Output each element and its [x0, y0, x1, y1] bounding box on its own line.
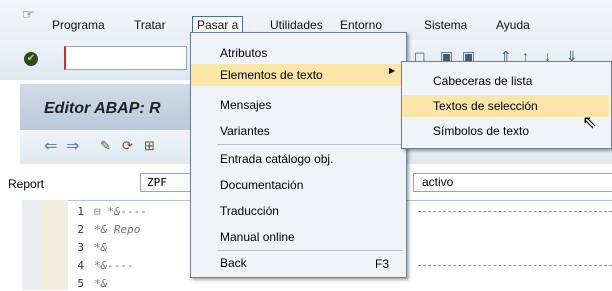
- code-line[interactable]: *& Repo: [94, 223, 140, 236]
- check-icon[interactable]: ✔: [24, 52, 38, 66]
- sap-menu-icon[interactable]: ☞: [22, 6, 35, 23]
- menu-entorno[interactable]: Entorno: [336, 17, 386, 33]
- status-field: activo: [413, 173, 612, 192]
- code-line[interactable]: ⊟ *&----: [94, 205, 147, 218]
- mouse-cursor-icon: ⇖: [582, 112, 598, 132]
- page-title: Editor ABAP: R: [44, 100, 161, 117]
- menu-ayuda[interactable]: Ayuda: [492, 17, 534, 33]
- menu-programa[interactable]: Programa: [48, 17, 109, 33]
- line-number: 1: [77, 205, 84, 218]
- dropdown-item-traduccion[interactable]: Traducción: [220, 200, 400, 222]
- editor-gutter: [22, 200, 42, 290]
- object-list-icon[interactable]: ⊞: [144, 138, 155, 154]
- menu-utilidades[interactable]: Utilidades: [266, 17, 327, 33]
- comment-divider: [418, 211, 612, 212]
- code-line[interactable]: *&: [94, 277, 107, 290]
- dropdown-item-variantes[interactable]: Variantes: [220, 120, 400, 142]
- command-field[interactable]: [64, 46, 187, 70]
- dropdown-item-manual-online[interactable]: Manual online: [220, 226, 400, 248]
- menu-separator: [217, 144, 403, 145]
- line-number: 5: [77, 277, 84, 290]
- dropdown-item-mensajes[interactable]: Mensajes: [220, 94, 400, 116]
- code-line[interactable]: *&----: [94, 259, 134, 272]
- back-shortcut: F3: [375, 257, 390, 271]
- submenu-item-cabeceras-de-lista[interactable]: Cabeceras de lista: [433, 70, 603, 92]
- active-inactive-icon[interactable]: ⟳: [122, 138, 133, 154]
- code-line[interactable]: *&: [94, 241, 107, 254]
- forward-arrow-icon[interactable]: ⇒: [66, 136, 79, 156]
- dropdown-item-back[interactable]: Back: [220, 252, 400, 274]
- line-number: 3: [77, 241, 84, 254]
- dropdown-item-elementos-de-texto[interactable]: Elementos de texto: [191, 64, 404, 86]
- menu-sistema[interactable]: Sistema: [420, 17, 471, 33]
- comment-divider: [418, 265, 612, 266]
- line-number: 4: [77, 259, 84, 272]
- menu-tratar[interactable]: Tratar: [130, 17, 170, 33]
- submenu-item-textos-de-seleccion[interactable]: Textos de selección: [402, 95, 609, 117]
- line-number: 2: [77, 223, 84, 236]
- display-change-icon[interactable]: ✎: [100, 138, 111, 154]
- back-arrow-icon[interactable]: ⇐: [44, 136, 57, 156]
- dropdown-item-documentacion[interactable]: Documentación: [220, 174, 400, 196]
- menu-separator: [217, 250, 403, 251]
- dropdown-item-entrada-catalogo[interactable]: Entrada catálogo obj.: [220, 148, 400, 170]
- submenu-arrow-icon: ▶: [389, 66, 396, 75]
- submenu-item-simbolos-de-texto[interactable]: Símbolos de texto: [433, 120, 603, 142]
- dropdown-item-atributos[interactable]: Atributos: [220, 42, 400, 64]
- line-number-column: [42, 200, 68, 290]
- report-label: Report: [8, 177, 45, 191]
